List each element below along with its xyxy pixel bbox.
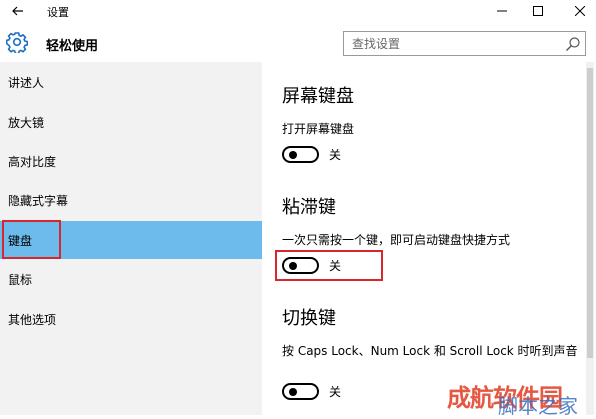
toggle-keys-toggle[interactable]	[282, 382, 319, 400]
on-screen-keyboard-toggle-row: 关	[282, 144, 341, 164]
minimize-button[interactable]	[487, 0, 517, 22]
toggle-keys-state: 关	[329, 384, 342, 399]
sticky-keys-desc: 一次只需按一个键，即可启动键盘快捷方式	[282, 233, 511, 247]
toggle-keys-toggle-row: 关	[282, 381, 341, 401]
sidebar-item-mouse[interactable]: 鼠标	[0, 260, 262, 298]
sidebar-item-other-options[interactable]: 其他选项	[0, 300, 262, 338]
arrow-left-icon	[12, 6, 23, 16]
sidebar-item-narrator[interactable]: 讲述人	[0, 63, 262, 101]
toggle-keys-desc: 按 Caps Lock、Num Lock 和 Scroll Lock 时听到声音	[282, 344, 578, 358]
scrollbar[interactable]	[586, 62, 594, 415]
sticky-keys-highlight-frame	[275, 250, 383, 281]
maximize-icon	[533, 6, 543, 16]
title-bar: 设置	[0, 0, 596, 22]
on-screen-keyboard-toggle[interactable]	[282, 145, 319, 163]
minimize-icon	[497, 10, 507, 12]
toggle-knob	[289, 150, 297, 159]
search-box[interactable]	[343, 31, 586, 56]
close-button[interactable]	[565, 0, 595, 22]
on-screen-keyboard-desc: 打开屏幕键盘	[282, 122, 355, 136]
main-content: 屏幕键盘 打开屏幕键盘 关 粘滞键 一次只需按一个键，即可启动键盘快捷方式 关 …	[262, 62, 596, 415]
sticky-keys-title: 粘滞键	[282, 197, 336, 218]
scrollbar-thumb[interactable]	[587, 68, 593, 358]
sidebar-item-magnifier[interactable]: 放大镜	[0, 103, 262, 141]
gear-icon	[6, 32, 28, 53]
search-icon[interactable]	[565, 36, 581, 52]
back-button[interactable]	[4, 0, 32, 22]
page-title: 轻松使用	[46, 39, 99, 54]
maximize-button[interactable]	[523, 0, 553, 22]
window-title: 设置	[47, 6, 69, 19]
toggle-knob	[289, 387, 297, 396]
on-screen-keyboard-state: 关	[329, 147, 342, 162]
sidebar-item-closed-captions[interactable]: 隐藏式字幕	[0, 181, 262, 219]
keyboard-highlight-frame	[2, 220, 61, 259]
sidebar-item-high-contrast[interactable]: 高对比度	[0, 142, 262, 180]
on-screen-keyboard-title: 屏幕键盘	[282, 86, 354, 107]
close-icon	[575, 6, 585, 16]
search-input[interactable]	[344, 32, 559, 55]
toggle-keys-title: 切换键	[282, 308, 336, 329]
